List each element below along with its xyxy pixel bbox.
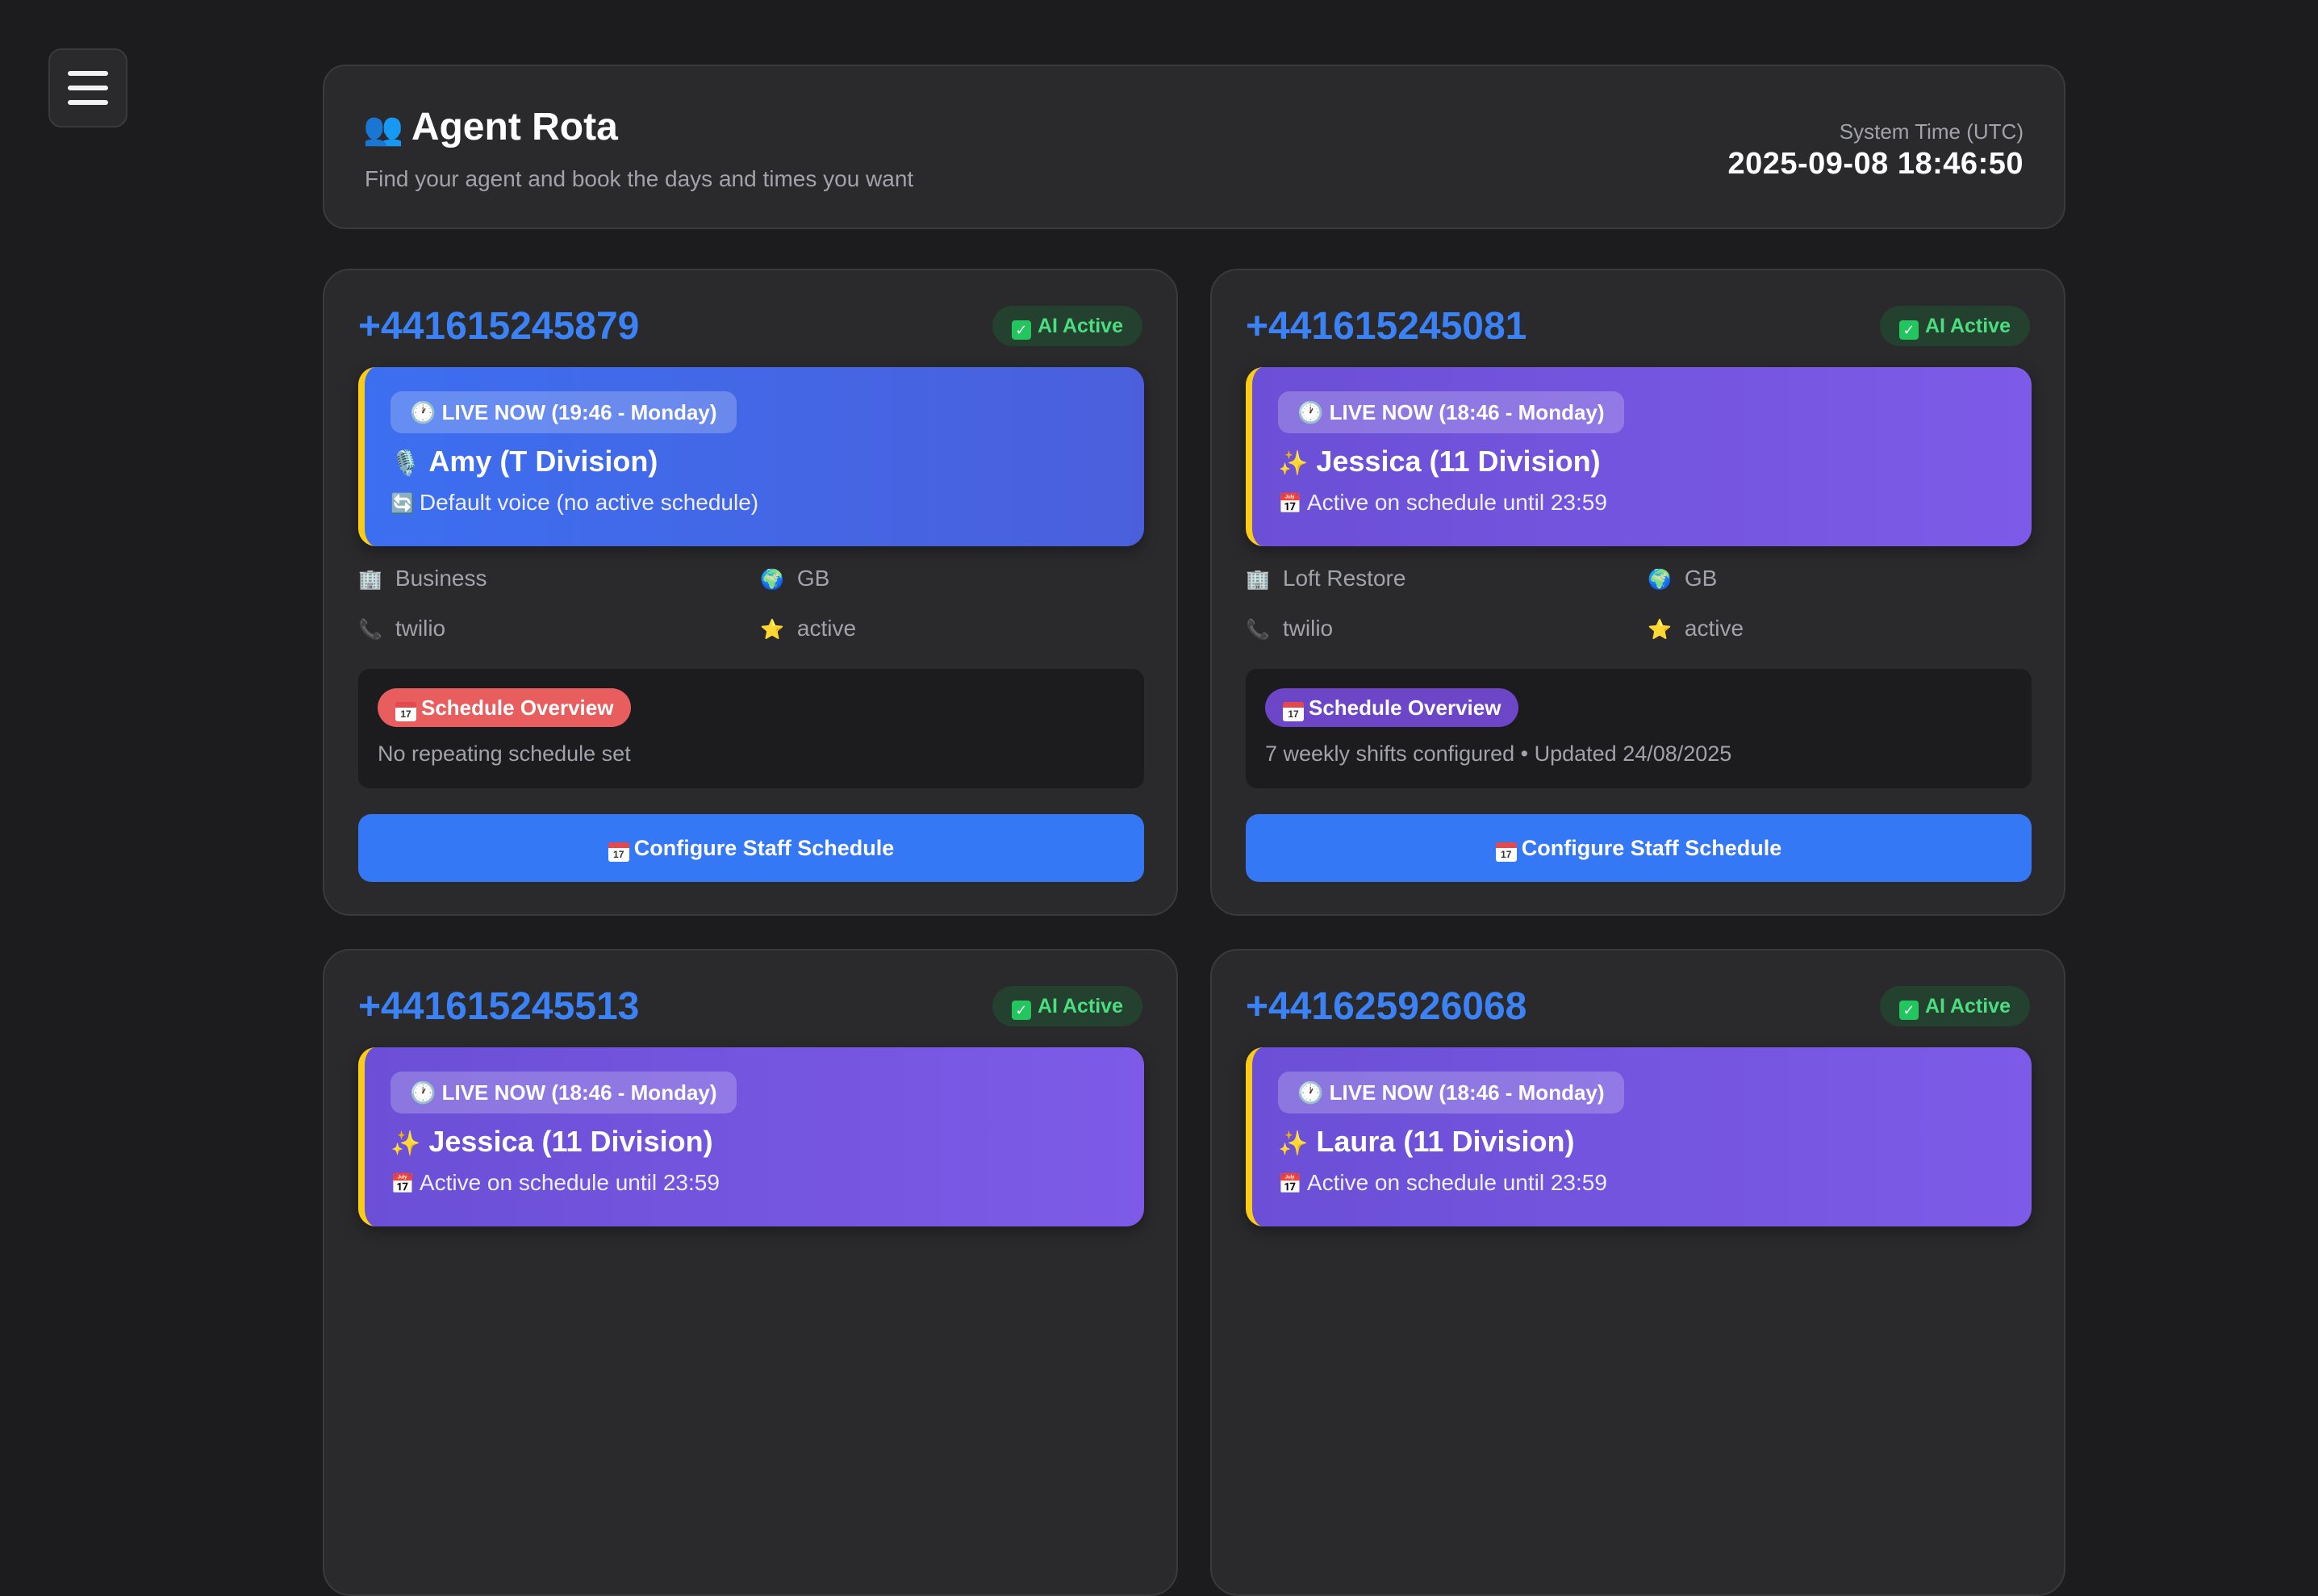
building-icon: 🏢 bbox=[1246, 569, 1270, 591]
sparkles-icon: ✨ bbox=[1278, 450, 1309, 477]
agent-phone-number[interactable]: +441615245081 bbox=[1246, 304, 1527, 349]
agent-card: +441615245513 ✓ AI Active 🕐 LIVE NOW (18:… bbox=[323, 949, 1178, 1596]
clock-icon: 🕐 bbox=[410, 1080, 442, 1105]
schedule-overview-badge: 17 Schedule Overview bbox=[378, 688, 632, 727]
agent-phone-number[interactable]: +441625926068 bbox=[1246, 984, 1527, 1029]
provider-meta: 📞 twilio bbox=[1246, 616, 1334, 641]
provider-meta: 📞 twilio bbox=[358, 616, 446, 641]
region-meta: 🌍 GB bbox=[760, 566, 830, 591]
ai-status-badge: ✓ AI Active bbox=[992, 306, 1142, 346]
live-now-badge: 🕐 LIVE NOW (19:46 - Monday) bbox=[391, 391, 737, 433]
agent-card: +441615245081 ✓ AI Active 🕐 LIVE NOW (18:… bbox=[1210, 269, 2065, 916]
calendar-icon: 📅 bbox=[1278, 1173, 1302, 1195]
live-agent-name: ✨ Jessica (11 Division) bbox=[391, 1125, 713, 1158]
page-title: 👥 Agent Rota bbox=[363, 105, 618, 149]
calendar-icon: 📅 bbox=[1278, 493, 1302, 515]
hamburger-menu-icon bbox=[68, 71, 108, 76]
refresh-icon: 🔄 bbox=[391, 493, 415, 515]
company-meta: 🏢 Loft Restore bbox=[1246, 566, 1406, 591]
clock-icon: 🕐 bbox=[1297, 1080, 1330, 1105]
clock-icon: 🕐 bbox=[410, 400, 442, 424]
calendar-icon: 17 bbox=[395, 702, 416, 721]
phone-icon: 📞 bbox=[1246, 619, 1270, 641]
calendar-icon: 17 bbox=[1495, 842, 1517, 862]
ai-status-badge: ✓ AI Active bbox=[1879, 986, 2030, 1026]
live-now-panel: 🕐 LIVE NOW (18:46 - Monday) ✨ Jessica (11… bbox=[358, 1047, 1144, 1226]
state-meta: ⭐ active bbox=[760, 616, 857, 641]
live-now-panel: 🕐 LIVE NOW (18:46 - Monday) ✨ Laura (11 D… bbox=[1246, 1047, 2032, 1226]
live-agent-name: ✨ Laura (11 Division) bbox=[1278, 1125, 1575, 1158]
clock-icon: 🕐 bbox=[1297, 400, 1330, 424]
schedule-summary: 7 weekly shifts configured • Updated 24/… bbox=[1265, 742, 1732, 766]
check-icon: ✓ bbox=[1011, 1001, 1031, 1020]
agent-card: +441625926068 ✓ AI Active 🕐 LIVE NOW (18:… bbox=[1210, 949, 2065, 1596]
region-meta: 🌍 GB bbox=[1648, 566, 1718, 591]
building-icon: 🏢 bbox=[358, 569, 382, 591]
schedule-overview: 17 Schedule Overview No repeating schedul… bbox=[358, 669, 1144, 788]
calendar-icon: 📅 bbox=[391, 1173, 415, 1195]
schedule-overview: 17 Schedule Overview 7 weekly shifts conf… bbox=[1246, 669, 2032, 788]
live-now-panel: 🕐 LIVE NOW (19:46 - Monday) 🎙️ Amy (T Div… bbox=[358, 367, 1144, 546]
check-icon: ✓ bbox=[1898, 320, 1919, 340]
calendar-icon: 17 bbox=[608, 842, 629, 862]
system-time-label: System Time (UTC) bbox=[1839, 119, 2024, 144]
menu-button[interactable] bbox=[48, 48, 127, 127]
people-icon: 👥 bbox=[363, 111, 403, 147]
star-icon: ⭐ bbox=[1648, 619, 1672, 641]
live-agent-note: 🔄 Default voice (no active schedule) bbox=[391, 490, 759, 515]
configure-staff-schedule-button[interactable]: 17 Configure Staff Schedule bbox=[358, 814, 1144, 882]
phone-icon: 📞 bbox=[358, 619, 382, 641]
live-now-badge: 🕐 LIVE NOW (18:46 - Monday) bbox=[391, 1072, 737, 1113]
live-agent-note: 📅 Active on schedule until 23:59 bbox=[1278, 490, 1607, 515]
live-now-panel: 🕐 LIVE NOW (18:46 - Monday) ✨ Jessica (11… bbox=[1246, 367, 2032, 546]
live-agent-name: 🎙️ Amy (T Division) bbox=[391, 445, 658, 478]
page-subtitle: Find your agent and book the days and ti… bbox=[365, 166, 914, 191]
live-agent-note: 📅 Active on schedule until 23:59 bbox=[1278, 1170, 1607, 1195]
globe-icon: 🌍 bbox=[1648, 569, 1672, 591]
company-meta: 🏢 Business bbox=[358, 566, 487, 591]
check-icon: ✓ bbox=[1898, 1001, 1919, 1020]
agent-phone-number[interactable]: +441615245513 bbox=[358, 984, 639, 1029]
schedule-summary: No repeating schedule set bbox=[378, 742, 631, 766]
ai-status-badge: ✓ AI Active bbox=[992, 986, 1142, 1026]
globe-icon: 🌍 bbox=[760, 569, 784, 591]
star-icon: ⭐ bbox=[760, 619, 784, 641]
sparkles-icon: ✨ bbox=[391, 1130, 421, 1157]
page-title-text: Agent Rota bbox=[411, 106, 618, 148]
agent-phone-number[interactable]: +441615245879 bbox=[358, 304, 639, 349]
system-time-value: 2025-09-08 18:46:50 bbox=[1727, 147, 2024, 181]
live-now-badge: 🕐 LIVE NOW (18:46 - Monday) bbox=[1278, 391, 1624, 433]
sparkles-icon: ✨ bbox=[1278, 1130, 1309, 1157]
state-meta: ⭐ active bbox=[1648, 616, 1744, 641]
microphone-icon: 🎙️ bbox=[391, 450, 421, 477]
page-header: 👥 Agent Rota Find your agent and book the… bbox=[323, 65, 2065, 229]
calendar-icon: 17 bbox=[1283, 702, 1304, 721]
live-agent-name: ✨ Jessica (11 Division) bbox=[1278, 445, 1601, 478]
check-icon: ✓ bbox=[1011, 320, 1031, 340]
ai-status-badge: ✓ AI Active bbox=[1879, 306, 2030, 346]
agent-card: +441615245879 ✓ AI Active 🕐 LIVE NOW (19:… bbox=[323, 269, 1178, 916]
schedule-overview-badge: 17 Schedule Overview bbox=[1265, 688, 1519, 727]
configure-staff-schedule-button[interactable]: 17 Configure Staff Schedule bbox=[1246, 814, 2032, 882]
live-now-badge: 🕐 LIVE NOW (18:46 - Monday) bbox=[1278, 1072, 1624, 1113]
live-agent-note: 📅 Active on schedule until 23:59 bbox=[391, 1170, 720, 1195]
